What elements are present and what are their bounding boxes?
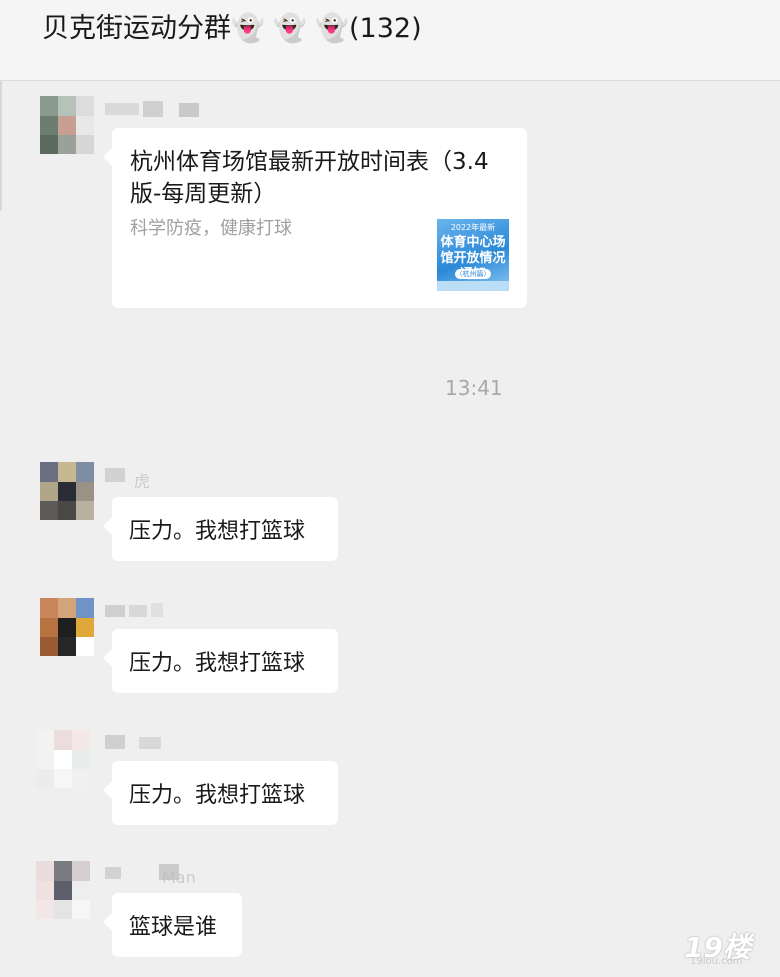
card-title: 杭州体育场馆最新开放时间表（3.4版-每周更新） [130, 149, 489, 207]
avatar[interactable] [40, 96, 94, 154]
sender-name-obscured [105, 101, 200, 121]
thumb-top-text: 2022年最新 [450, 223, 496, 232]
message-text: 压力。我想打篮球 [129, 651, 306, 676]
avatar[interactable] [36, 730, 90, 788]
message-timestamp: 13:41 [445, 376, 503, 400]
text-message[interactable]: 压力。我想打篮球 [103, 761, 338, 825]
avatar[interactable] [36, 861, 90, 919]
message-text: 篮球是谁 [129, 915, 218, 940]
window-edge [0, 81, 2, 211]
card-description: 科学防疫，健康打球 [130, 218, 292, 239]
sender-name-obscured [105, 602, 165, 622]
text-message[interactable]: 压力。我想打篮球 [103, 497, 338, 561]
watermark-url: 19lou.com [690, 956, 743, 967]
avatar[interactable] [40, 462, 94, 520]
link-card-message[interactable]: 杭州体育场馆最新开放时间表（3.4版-每周更新） 科学防疫，健康打球 2022年… [103, 128, 527, 308]
text-message[interactable]: 压力。我想打篮球 [103, 629, 338, 693]
avatar[interactable] [40, 598, 94, 656]
thumb-footer-band [437, 281, 509, 291]
sender-name-fragment: Man [162, 868, 196, 887]
text-message[interactable]: 篮球是谁 [103, 893, 242, 957]
sender-name-obscured [105, 733, 165, 753]
message-text: 压力。我想打篮球 [129, 783, 306, 808]
chat-header: 贝克街运动分群👻 👻 👻(132) [0, 0, 780, 81]
sender-name-fragment: 虎 [134, 472, 151, 491]
site-watermark: 19楼 19lou.com [684, 926, 751, 967]
card-thumbnail: 2022年最新 体育中心场馆开放情况通知 （杭州篇） [437, 219, 509, 291]
thumb-tag: （杭州篇） [455, 269, 491, 279]
message-text: 压力。我想打篮球 [129, 519, 306, 544]
group-title: 贝克街运动分群👻 👻 👻(132) [42, 13, 422, 44]
